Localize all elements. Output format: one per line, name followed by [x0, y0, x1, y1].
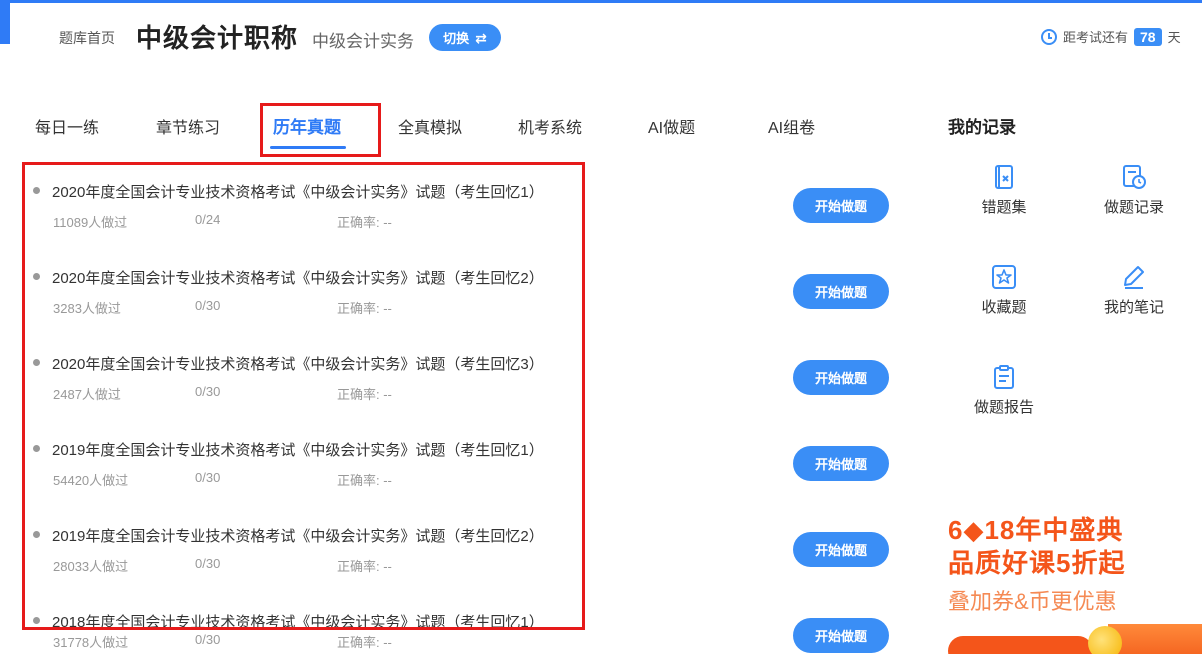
- star-icon: [991, 264, 1017, 290]
- record-history[interactable]: 做题记录: [1084, 164, 1184, 217]
- pen-icon: [1121, 264, 1147, 290]
- tab-highlight-box: [260, 103, 381, 157]
- record-label: 做题报告: [973, 399, 1034, 416]
- report-icon: [991, 364, 1017, 390]
- coin-icon: [1088, 626, 1122, 654]
- countdown-days: 78: [1134, 27, 1162, 46]
- record-notes[interactable]: 我的笔记: [1084, 264, 1184, 317]
- paper-accuracy: 正确率: --: [337, 635, 392, 650]
- exam-title: 中级会计职称: [136, 23, 299, 53]
- promo-tagline: 叠加券&币更优惠: [948, 589, 1117, 614]
- promo-headline: 6◆18年中盛典: [948, 515, 1124, 545]
- countdown-prefix: 距考试还有: [1063, 30, 1129, 45]
- record-label: 收藏题: [981, 299, 1027, 316]
- record-label: 做题记录: [1103, 199, 1164, 216]
- tab-ai-practice[interactable]: AI做题: [648, 114, 695, 138]
- record-report[interactable]: 做题报告: [954, 364, 1054, 417]
- paper-done-count: 31778人做过: [53, 635, 129, 650]
- wrong-book-icon: [991, 164, 1017, 190]
- subject-name: 中级会计实务: [312, 32, 414, 51]
- record-label: 错题集: [981, 199, 1027, 216]
- paper-progress: 0/30: [195, 632, 221, 647]
- start-button[interactable]: 开始做题: [793, 188, 889, 223]
- switch-label: 切换: [443, 31, 470, 46]
- promo-subheadline: 品质好课5折起: [948, 548, 1126, 578]
- home-link[interactable]: 题库首页: [59, 28, 115, 48]
- header: 题库首页 中级会计职称 中级会计实务 切换 ⇄ 距考试还有 78 天: [0, 0, 1202, 80]
- list-highlight-box: [22, 162, 585, 630]
- tab-chapter-practice[interactable]: 章节练习: [156, 114, 220, 138]
- start-button[interactable]: 开始做题: [793, 360, 889, 395]
- history-icon: [1121, 164, 1147, 190]
- switch-button[interactable]: 切换 ⇄: [429, 24, 501, 51]
- record-label: 我的笔记: [1103, 299, 1164, 316]
- start-button[interactable]: 开始做题: [793, 274, 889, 309]
- records-title: 我的记录: [948, 118, 1016, 137]
- promo-banner[interactable]: 6◆18年中盛典 品质好课5折起 叠加券&币更优惠: [948, 510, 1202, 654]
- clock-icon: [1041, 28, 1057, 45]
- countdown-suffix: 天: [1167, 30, 1181, 45]
- start-button[interactable]: 开始做题: [793, 446, 889, 481]
- promo-pill: [948, 636, 1093, 654]
- tab-computer-exam[interactable]: 机考系统: [518, 114, 582, 138]
- promo-gift-box: [1108, 624, 1202, 654]
- start-button[interactable]: 开始做题: [793, 618, 889, 653]
- exam-countdown: 距考试还有 78 天: [1041, 27, 1181, 46]
- tab-ai-paper[interactable]: AI组卷: [768, 114, 815, 138]
- record-favorites[interactable]: 收藏题: [954, 264, 1054, 317]
- tab-mock-exam[interactable]: 全真模拟: [398, 114, 462, 138]
- switch-arrows-icon: ⇄: [475, 29, 487, 46]
- tab-daily-practice[interactable]: 每日一练: [35, 114, 99, 138]
- record-wrong-book[interactable]: 错题集: [954, 164, 1054, 217]
- start-button[interactable]: 开始做题: [793, 532, 889, 567]
